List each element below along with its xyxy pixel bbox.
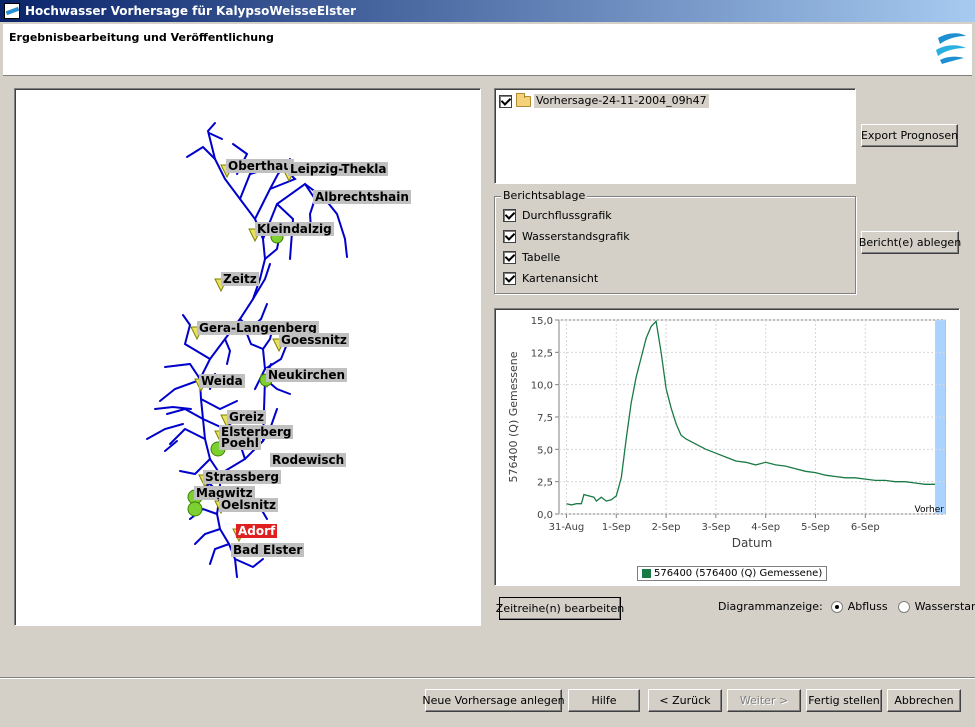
x-tick-label: 31-Aug: [549, 522, 585, 533]
page-title: Ergebnisbearbeitung und Veröffentlichung: [9, 31, 274, 44]
river-map-panel[interactable]: Oberthau Leipzig-Thekla Albrechtshain Kl…: [14, 88, 481, 626]
station-label[interactable]: Rodewisch: [270, 453, 347, 467]
forecast-list[interactable]: Vorhersage-24-11-2004_09h47: [494, 88, 856, 184]
page-header: Ergebnisbearbeitung und Veröffentlichung: [3, 24, 972, 76]
station-label[interactable]: Zeitz: [221, 272, 259, 286]
station-label[interactable]: Oberthau: [226, 159, 294, 173]
zeitreihe-bearbeiten-button[interactable]: Zeitreihe(n) bearbeiten: [496, 597, 624, 620]
weiter-button[interactable]: Weiter >: [727, 689, 801, 712]
neue-vorhersage-button[interactable]: Neue Vorhersage anlegen: [422, 689, 565, 712]
station-label[interactable]: Greiz: [227, 410, 267, 424]
diagrammanzeige-label: Diagrammanzeige:: [718, 600, 823, 613]
forecast-checkbox[interactable]: [499, 94, 512, 108]
legend-swatch: [642, 569, 651, 578]
forecast-label: Vorher: [915, 505, 945, 515]
kalypso-logo-icon: [936, 33, 966, 64]
hydrograph-chart: 0,0 2,5 5,0 7,5 10,0 12,5 15,0 31-Aug 1-Sep 2-Sep…: [507, 316, 946, 550]
berichtsablage-group: Berichtsablage Durchflussgrafik Wasserst…: [494, 189, 856, 294]
station-label[interactable]: Bad Elster: [231, 543, 305, 557]
checkbox-box[interactable]: [503, 251, 516, 264]
x-tick-label: 1-Sep: [602, 522, 631, 533]
y-tick-label: 2,5: [537, 478, 553, 489]
chart-legend: 576400 (576400 (Q) Gemessene): [637, 566, 828, 581]
station-label[interactable]: Goessnitz: [279, 333, 349, 347]
hydrograph-chart-panel[interactable]: 0,0 2,5 5,0 7,5 10,0 12,5 15,0 31-Aug 1-Sep 2-Sep…: [494, 308, 960, 586]
y-tick-label: 0,0: [537, 510, 553, 521]
y-tick-label: 12,5: [531, 348, 553, 359]
checkbox-tabelle[interactable]: Tabelle: [503, 251, 560, 264]
checkbox-label: Kartenansicht: [522, 272, 599, 285]
station-label-alert[interactable]: Adorf: [236, 524, 278, 538]
fertig-stellen-button[interactable]: Fertig stellen: [806, 689, 882, 712]
station-label[interactable]: Neukirchen: [266, 368, 348, 382]
checkbox-durchflussgrafik[interactable]: Durchflussgrafik: [503, 209, 612, 222]
diagrammanzeige-group: Diagrammanzeige: Abfluss Wasserstand: [718, 600, 975, 613]
radio-wasserstand-label[interactable]: Wasserstand: [915, 600, 975, 613]
y-tick-label: 5,0: [537, 445, 553, 456]
y-axis-label: 576400 (Q) Gemessene: [507, 351, 520, 482]
station-label[interactable]: Leipzig-Thekla: [288, 162, 389, 176]
window-titlebar[interactable]: Hochwasser Vorhersage für KalypsoWeisseE…: [0, 0, 975, 22]
station-label[interactable]: Weida: [199, 374, 245, 388]
bericht-ablegen-button[interactable]: Bericht(e) ablegen: [859, 231, 961, 254]
forecast-item[interactable]: Vorhersage-24-11-2004_09h47: [499, 92, 709, 108]
x-tick-label: 4-Sep: [751, 522, 780, 533]
station-label[interactable]: Strassberg: [203, 470, 281, 484]
checkbox-box[interactable]: [503, 272, 516, 285]
checkbox-box[interactable]: [503, 209, 516, 222]
station-label[interactable]: Oelsnitz: [219, 498, 278, 512]
checkbox-label: Wasserstandsgrafik: [522, 230, 630, 243]
checkbox-wasserstandsgrafik[interactable]: Wasserstandsgrafik: [503, 230, 630, 243]
radio-abfluss[interactable]: [830, 600, 843, 613]
forecast-name[interactable]: Vorhersage-24-11-2004_09h47: [534, 94, 709, 108]
x-tick-label: 2-Sep: [652, 522, 681, 533]
window-title: Hochwasser Vorhersage für KalypsoWeisseE…: [25, 4, 357, 18]
station-label[interactable]: Poehl: [219, 436, 261, 450]
station-label[interactable]: Kleindalzig: [255, 222, 334, 236]
footer-separator: [0, 677, 975, 679]
zurueck-button[interactable]: < Zurück: [648, 689, 722, 712]
y-tick-label: 15,0: [531, 316, 553, 327]
export-prognosen-button[interactable]: Export Prognosen: [861, 124, 958, 147]
folder-open-icon: [516, 92, 531, 107]
hilfe-button[interactable]: Hilfe: [568, 689, 640, 712]
y-tick-label: 7,5: [537, 413, 553, 424]
radio-abfluss-label[interactable]: Abfluss: [848, 600, 888, 613]
checkbox-kartenansicht[interactable]: Kartenansicht: [503, 272, 598, 285]
checkbox-label: Tabelle: [522, 251, 561, 264]
berichtsablage-title: Berichtsablage: [501, 189, 588, 202]
abbrechen-button[interactable]: Abbrechen: [887, 689, 961, 712]
checkbox-box[interactable]: [503, 230, 516, 243]
x-tick-label: 3-Sep: [701, 522, 730, 533]
radio-wasserstand[interactable]: [897, 600, 910, 613]
x-axis-label: Datum: [732, 536, 773, 550]
station-label[interactable]: Albrechtshain: [313, 190, 411, 204]
station-marker-oelsnitz-green: [187, 501, 203, 517]
checkbox-label: Durchflussgrafik: [522, 209, 612, 222]
app-icon: [4, 3, 20, 19]
y-tick-label: 10,0: [531, 381, 553, 392]
x-tick-label: 5-Sep: [801, 522, 830, 533]
x-tick-label: 6-Sep: [851, 522, 880, 533]
legend-label: 576400 (576400 (Q) Gemessene): [654, 568, 823, 579]
